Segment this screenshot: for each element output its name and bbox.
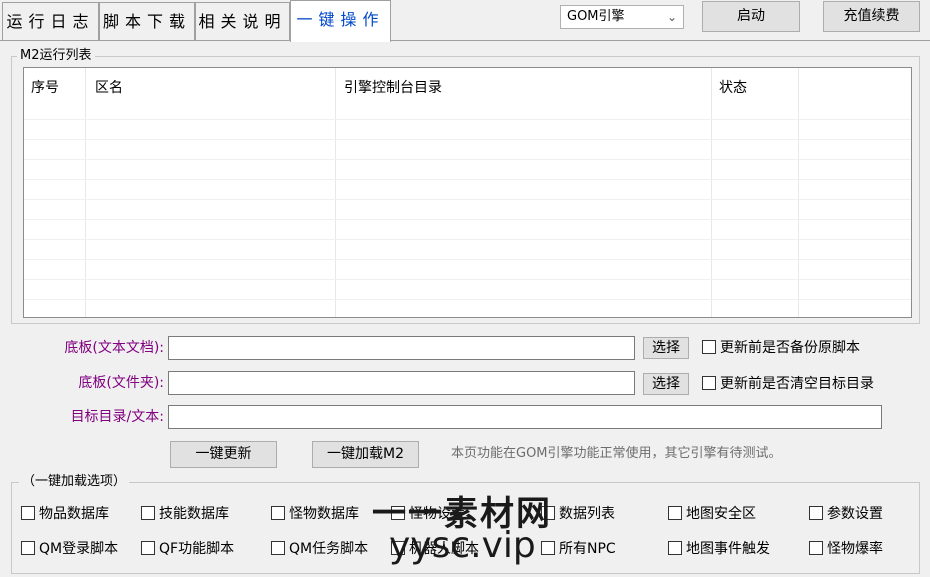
template-folder-input[interactable] <box>168 371 635 395</box>
option-skill-db[interactable]: 技能数据库 <box>141 505 229 523</box>
one-click-load-m2-button[interactable]: 一键加载M2 <box>312 441 419 468</box>
checkbox-box[interactable] <box>809 506 823 520</box>
tab-instructions[interactable]: 相关说明 <box>195 2 290 41</box>
target-label: 目标目录/文本: <box>70 409 164 425</box>
option-item-db[interactable]: 物品数据库 <box>21 505 109 523</box>
m2-list-title: M2运行列表 <box>17 48 95 64</box>
checkbox-box[interactable] <box>271 541 285 555</box>
engine-select-value: GOM引擎 <box>567 9 625 24</box>
target-input[interactable] <box>168 405 882 429</box>
option-label: 怪物爆率 <box>827 541 883 557</box>
option-label: 物品数据库 <box>39 506 109 522</box>
start-button[interactable]: 启动 <box>702 1 800 32</box>
table-row <box>24 179 911 180</box>
column-header-console-dir[interactable]: 引擎控制台目录 <box>344 77 442 97</box>
option-data-list[interactable]: 数据列表 <box>541 505 615 523</box>
load-options-group <box>11 482 920 574</box>
table-row <box>24 139 911 140</box>
clear-target-checkbox-label: 更新前是否清空目标目录 <box>720 376 874 392</box>
option-label: 参数设置 <box>827 506 883 522</box>
backup-checkbox[interactable]: 更新前是否备份原脚本 <box>702 339 860 357</box>
table-row <box>24 159 911 160</box>
column-header-status[interactable]: 状态 <box>719 77 747 97</box>
checkbox-box[interactable] <box>668 506 682 520</box>
option-qm-task[interactable]: QM任务脚本 <box>271 540 368 558</box>
option-label: 数据列表 <box>559 506 615 522</box>
checkbox-box[interactable] <box>21 541 35 555</box>
checkbox-box[interactable] <box>141 541 155 555</box>
option-label: 地图安全区 <box>686 506 756 522</box>
tab-bar: 运行日志 脚本下载 相关说明 一键操作 <box>0 0 392 42</box>
chevron-down-icon: ⌄ <box>666 10 677 24</box>
template-doc-select-button[interactable]: 选择 <box>643 337 689 359</box>
template-doc-input[interactable] <box>168 336 635 360</box>
option-qm-login[interactable]: QM登录脚本 <box>21 540 118 558</box>
option-label: 机器人脚本 <box>409 541 479 557</box>
option-label: 所有NPC <box>559 541 616 557</box>
option-label: QF功能脚本 <box>159 541 235 557</box>
engine-select[interactable]: GOM引擎 ⌄ <box>560 5 684 29</box>
checkbox-box[interactable] <box>391 506 405 520</box>
recharge-button[interactable]: 充值续费 <box>823 1 920 32</box>
table-row <box>24 199 911 200</box>
option-params[interactable]: 参数设置 <box>809 505 883 523</box>
checkbox-box[interactable] <box>271 506 285 520</box>
template-doc-label: 底板(文本文档): <box>64 340 164 356</box>
checkbox-box[interactable] <box>809 541 823 555</box>
checkbox-box[interactable] <box>668 541 682 555</box>
table-row <box>24 259 911 260</box>
option-all-npc[interactable]: 所有NPC <box>541 540 616 558</box>
option-monster-db[interactable]: 怪物数据库 <box>271 505 359 523</box>
table-row <box>24 239 911 240</box>
table-row <box>24 279 911 280</box>
backup-checkbox-label: 更新前是否备份原脚本 <box>720 340 860 356</box>
option-label: 技能数据库 <box>159 506 229 522</box>
clear-target-checkbox[interactable]: 更新前是否清空目标目录 <box>702 375 874 393</box>
option-label: 怪物数据库 <box>289 506 359 522</box>
notice-text: 本页功能在GOM引擎功能正常使用，其它引擎有待测试。 <box>451 446 782 461</box>
option-qf-function[interactable]: QF功能脚本 <box>141 540 234 558</box>
option-map-event[interactable]: 地图事件触发 <box>668 540 770 558</box>
table-row <box>24 219 911 220</box>
tab-run-log[interactable]: 运行日志 <box>2 2 99 41</box>
template-folder-select-button[interactable]: 选择 <box>643 373 689 395</box>
m2-list-table[interactable]: 序号 区名 引擎控制台目录 状态 <box>23 67 912 318</box>
option-map-safe-zone[interactable]: 地图安全区 <box>668 505 756 523</box>
checkbox-box[interactable] <box>141 506 155 520</box>
option-monster-settings[interactable]: 怪物设置 <box>391 505 465 523</box>
checkbox-box[interactable] <box>702 340 716 354</box>
option-label: QM任务脚本 <box>289 541 369 557</box>
checkbox-box[interactable] <box>21 506 35 520</box>
option-monster-drop[interactable]: 怪物爆率 <box>809 540 883 558</box>
table-row <box>24 119 911 120</box>
option-label: 地图事件触发 <box>686 541 770 557</box>
one-click-update-button[interactable]: 一键更新 <box>170 441 277 468</box>
checkbox-box[interactable] <box>541 541 555 555</box>
column-header-zone[interactable]: 区名 <box>95 77 123 97</box>
table-header: 序号 区名 引擎控制台目录 状态 <box>24 68 911 104</box>
load-options-title: （一键加载选项） <box>19 474 130 490</box>
template-folder-label: 底板(文件夹): <box>78 375 164 391</box>
table-row <box>24 299 911 300</box>
tab-divider <box>0 40 930 41</box>
checkbox-box[interactable] <box>702 376 716 390</box>
checkbox-box[interactable] <box>391 541 405 555</box>
option-robot-script[interactable]: 机器人脚本 <box>391 540 479 558</box>
checkbox-box[interactable] <box>541 506 555 520</box>
option-label: 怪物设置 <box>409 506 465 522</box>
tab-script-download[interactable]: 脚本下载 <box>99 2 195 41</box>
column-header-index[interactable]: 序号 <box>31 77 59 97</box>
option-label: QM登录脚本 <box>39 541 119 557</box>
tab-one-click[interactable]: 一键操作 <box>290 0 391 42</box>
